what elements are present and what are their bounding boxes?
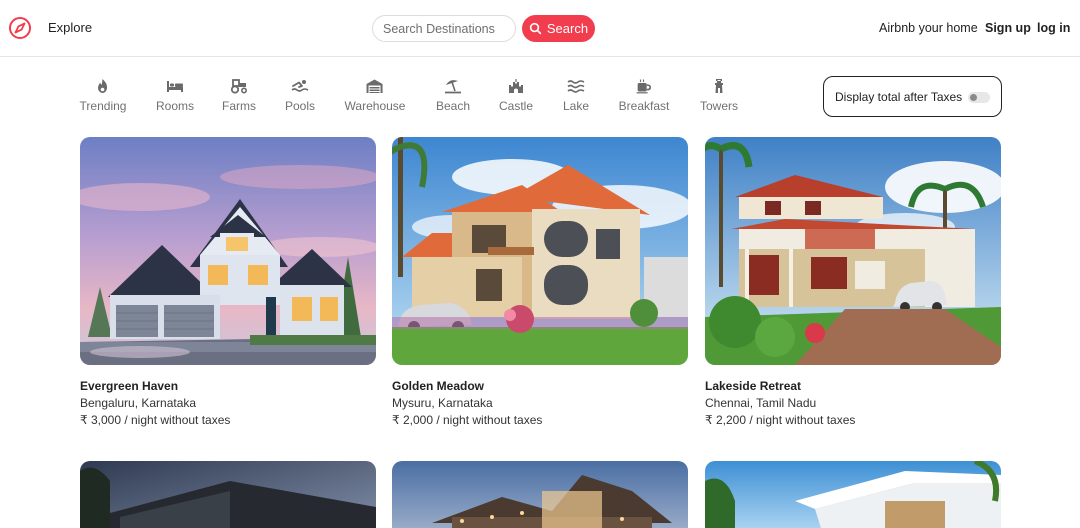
listing-card[interactable] xyxy=(80,461,376,528)
host-link[interactable]: Airbnb your home xyxy=(879,21,978,35)
search-button[interactable]: Search xyxy=(522,15,595,42)
listing-photo-lakeside-retreat[interactable] xyxy=(705,137,1001,365)
flame-icon xyxy=(98,79,108,93)
category-label: Farms xyxy=(222,99,256,113)
category-label: Pools xyxy=(284,99,316,113)
umbrella-beach-icon xyxy=(445,80,461,94)
tower-icon xyxy=(714,79,723,93)
listing-price: ₹ 2,000 / night without taxes xyxy=(392,413,543,427)
listing-location: Bengaluru, Karnataka xyxy=(80,396,197,410)
search-button-label: Search xyxy=(546,21,589,36)
listing-price: ₹ 3,000 / night without taxes xyxy=(80,413,231,427)
category-warehouse[interactable]: Warehouse xyxy=(344,74,406,113)
tractor-icon xyxy=(230,79,248,94)
category-towers[interactable]: Towers xyxy=(700,74,738,113)
listing-photo[interactable] xyxy=(392,461,688,528)
water-waves-icon xyxy=(567,80,585,93)
search-input[interactable] xyxy=(372,15,516,42)
category-rooms[interactable]: Rooms xyxy=(156,74,194,113)
listing-location: Chennai, Tamil Nadu xyxy=(705,396,817,410)
category-label: Castle xyxy=(498,99,534,113)
category-bar: Trending Rooms Farms Pools Warehouse Bea… xyxy=(0,74,800,118)
listing-photo[interactable] xyxy=(80,461,376,528)
switch-knob xyxy=(970,94,977,101)
warehouse-icon xyxy=(366,79,383,93)
tax-toggle-switch[interactable] xyxy=(968,92,990,103)
tax-display-toggle[interactable]: Display total after Taxes xyxy=(823,76,1002,117)
search-icon xyxy=(529,22,542,35)
category-beach[interactable]: Beach xyxy=(436,74,470,113)
signup-link[interactable]: Sign up xyxy=(985,21,1031,35)
listing-card[interactable] xyxy=(392,461,688,528)
listing-title[interactable]: Golden Meadow xyxy=(392,379,688,393)
category-castle[interactable]: Castle xyxy=(499,74,533,113)
category-pools[interactable]: Pools xyxy=(285,74,315,113)
listing-photo-evergreen-haven[interactable] xyxy=(80,137,376,365)
category-breakfast[interactable]: Breakfast xyxy=(618,74,670,113)
category-label: Rooms xyxy=(155,99,195,113)
category-lake[interactable]: Lake xyxy=(563,74,589,113)
coffee-mug-icon xyxy=(636,79,652,94)
swimmer-icon xyxy=(291,80,309,92)
listing-title[interactable]: Evergreen Haven xyxy=(80,379,376,393)
listing-card[interactable] xyxy=(705,461,1001,528)
category-label: Towers xyxy=(699,99,739,113)
explore-link[interactable]: Explore xyxy=(48,20,92,35)
listing-location: Mysuru, Karnataka xyxy=(392,396,493,410)
category-label: Warehouse xyxy=(344,99,406,113)
listing-price: ₹ 2,200 / night without taxes xyxy=(705,413,856,427)
castle-icon xyxy=(508,79,523,93)
category-label: Beach xyxy=(435,99,471,113)
listing-card[interactable]: Lakeside Retreat Chennai, Tamil Nadu ₹ 2… xyxy=(705,137,1001,427)
listing-photo-golden-meadow[interactable] xyxy=(392,137,688,365)
category-farms[interactable]: Farms xyxy=(222,74,256,113)
top-nav-bar: Explore Search Airbnb your home Sign up … xyxy=(0,0,1080,57)
listing-card[interactable]: Evergreen Haven Bengaluru, Karnataka ₹ 3… xyxy=(80,137,376,427)
tax-toggle-label: Display total after Taxes xyxy=(835,89,963,104)
listing-title[interactable]: Lakeside Retreat xyxy=(705,379,1001,393)
listing-photo[interactable] xyxy=(705,461,1001,528)
category-label: Lake xyxy=(562,99,590,113)
listing-card[interactable]: Golden Meadow Mysuru, Karnataka ₹ 2,000 … xyxy=(392,137,688,427)
category-label: Trending xyxy=(79,99,127,113)
category-label: Breakfast xyxy=(618,99,670,113)
bed-icon xyxy=(166,81,183,92)
compass-icon[interactable] xyxy=(8,16,32,40)
category-trending[interactable]: Trending xyxy=(79,74,127,113)
login-link[interactable]: log in xyxy=(1037,21,1070,35)
